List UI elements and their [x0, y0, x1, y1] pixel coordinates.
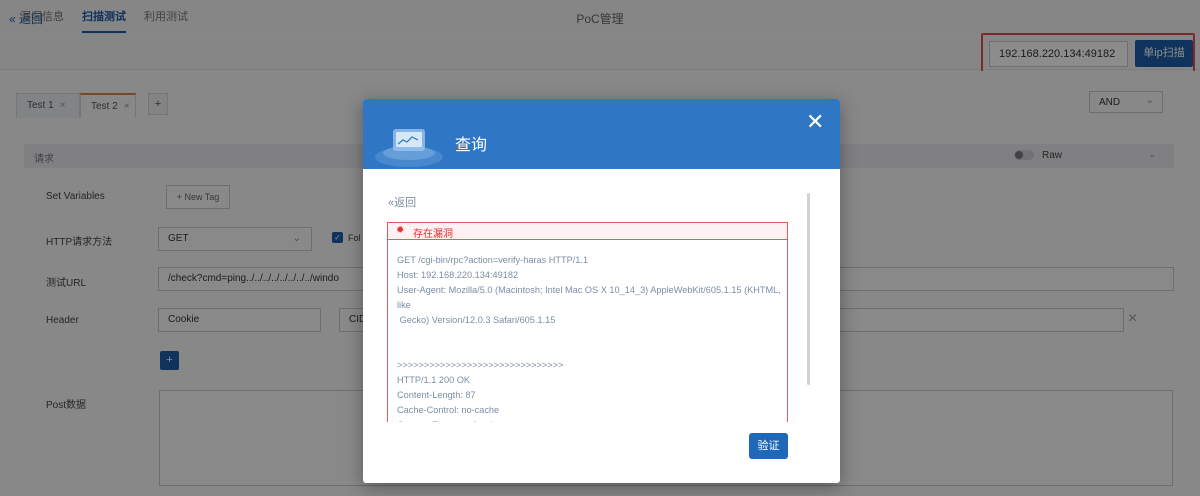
- result-text: GET /cgi-bin/rpc?action=verify-haras HTT…: [397, 255, 781, 422]
- result-panel: ✹ 存在漏洞 GET /cgi-bin/rpc?action=verify-ha…: [387, 222, 788, 422]
- verify-button[interactable]: 验证: [749, 433, 788, 459]
- query-modal: 查询 ✕ «返回 ✹ 存在漏洞 GET /cgi-bin/rpc?action=…: [363, 99, 840, 483]
- modal-title: 查询: [455, 137, 488, 154]
- scrollbar[interactable]: [807, 193, 810, 385]
- modal-header: 查询 ✕: [363, 99, 840, 169]
- result-header: ✹ 存在漏洞: [388, 223, 787, 240]
- vuln-status: 存在漏洞: [413, 229, 453, 240]
- modal-back-link[interactable]: «返回: [388, 194, 416, 210]
- search-dashboard-icon: [375, 129, 443, 167]
- close-icon[interactable]: ✕: [806, 111, 824, 133]
- bug-icon: ✹: [396, 225, 405, 236]
